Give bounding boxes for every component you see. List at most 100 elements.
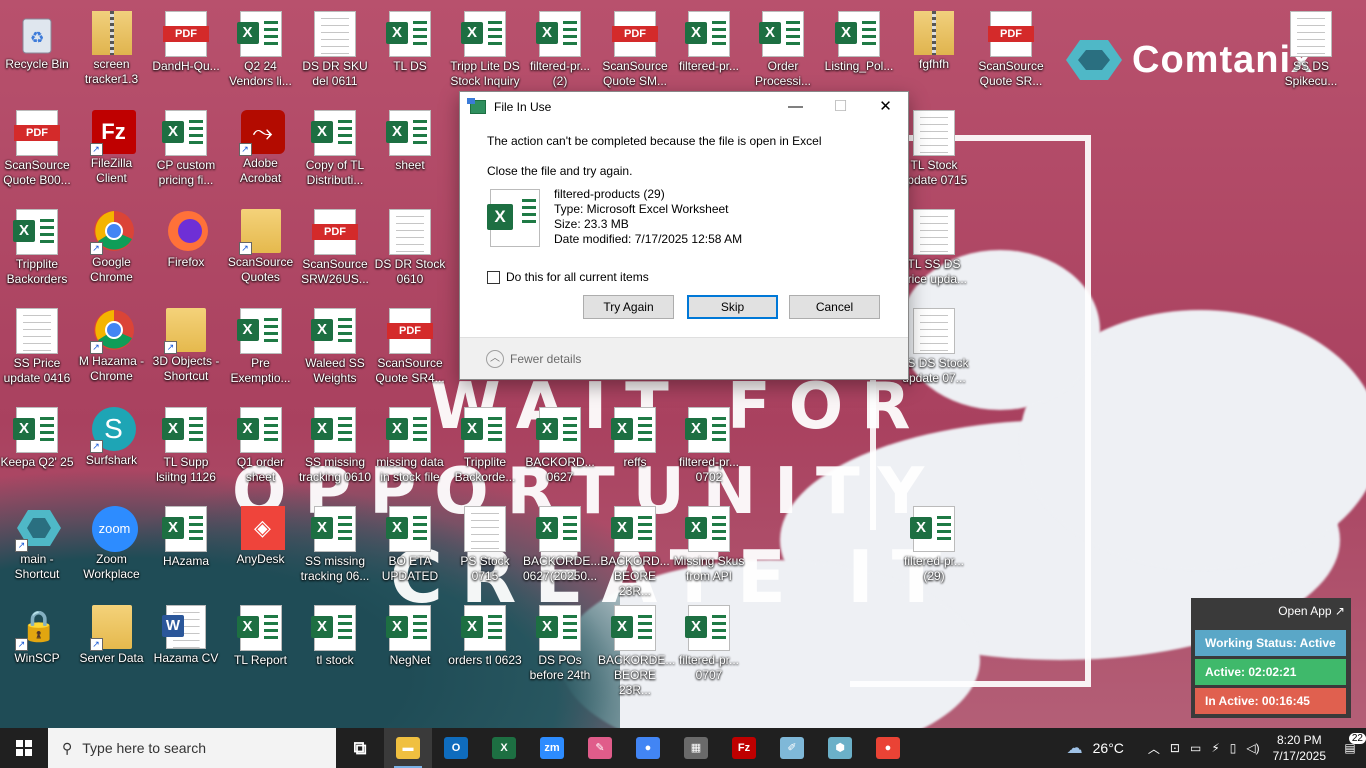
desktop-icon[interactable]: PDF ScanSource Quote B00...	[0, 104, 74, 188]
desktop-icon[interactable]: X BO ETA UPDATED	[373, 500, 447, 584]
minimize-button[interactable]: —	[773, 92, 818, 121]
notification-center-button[interactable]: ▤ 22	[1334, 733, 1366, 755]
desktop-icon[interactable]: ↗ main - Shortcut	[0, 500, 74, 582]
taskbar-search[interactable]: ⚲ Type here to search	[48, 728, 336, 768]
desktop-icon[interactable]: ↗ ScanSource Quotes	[224, 203, 298, 285]
search-icon: ⚲	[62, 739, 73, 756]
apply-all-checkbox[interactable]	[487, 270, 500, 284]
desktop-icon[interactable]: zoom Zoom Workplace	[75, 500, 149, 582]
desktop-icon[interactable]: Xfiltered-pr... (29)	[897, 500, 971, 584]
desktop-icon[interactable]: PDF ScanSource Quote SM...	[598, 5, 672, 89]
taskbar-task-view-button[interactable]: ⧉	[336, 728, 384, 768]
taskbar-filezilla-button[interactable]: Fz	[720, 728, 768, 768]
desktop-icon[interactable]: ↗ M Hazama - Chrome	[75, 302, 149, 384]
desktop-icon[interactable]: ↗ Google Chrome	[75, 203, 149, 285]
desktop-icon[interactable]: X HAzama	[149, 500, 223, 569]
desktop-icon[interactable]: Xsheet	[373, 104, 447, 173]
apply-all-row[interactable]: Do this for all current items	[487, 270, 649, 284]
weather-temp[interactable]: 26°C	[1088, 740, 1129, 756]
desktop-icon[interactable]: X Order Processi...	[746, 5, 820, 89]
cancel-button[interactable]: Cancel	[789, 295, 880, 319]
weather-cloud-icon[interactable]: ☁	[1062, 738, 1088, 758]
desktop-icon[interactable]: X BACKORD... BEORE 23R...	[598, 500, 672, 599]
desktop-icon[interactable]: X SS missing tracking 06...	[298, 500, 372, 584]
taskbar-app-hex-button[interactable]: ⬢	[816, 728, 864, 768]
taskbar-calculator-button[interactable]: ▦	[672, 728, 720, 768]
desktop-icon[interactable]: Xtl stock	[298, 599, 372, 668]
desktop-icon[interactable]: Xorders tl 0623	[448, 599, 522, 668]
volume-icon[interactable]: ◁)	[1241, 741, 1264, 755]
desktop-icon[interactable]: X Missing Skus from API	[672, 500, 746, 584]
taskbar-paint-button[interactable]: ✎	[576, 728, 624, 768]
start-button[interactable]	[0, 728, 48, 768]
desktop-icon[interactable]: X SS missing tracking 0610	[298, 401, 372, 485]
fewer-details-link[interactable]: Fewer details	[510, 352, 581, 366]
desktop-icon[interactable]: X Pre Exemptio...	[224, 302, 298, 386]
desktop-icon[interactable]: X Q2 24 Vendors li...	[224, 5, 298, 89]
desktop-icon[interactable]: 🔒 ↗ WinSCP	[0, 599, 74, 666]
desktop-icon[interactable]: X BACKORDE... 0627(20250...	[523, 500, 600, 584]
desktop-icon[interactable]: W Hazama CV	[149, 599, 223, 666]
desktop-icon[interactable]: X CP custom pricing fi...	[149, 104, 223, 188]
desktop-icon[interactable]: DS DR Stock 0610	[373, 203, 447, 287]
try-again-button[interactable]: Try Again	[583, 295, 674, 319]
desktop-icon[interactable]: SS DS Spikecu...	[1274, 5, 1348, 89]
desktop-icon[interactable]: Fz ↗ FileZilla Client	[75, 104, 149, 186]
desktop-icon[interactable]: X BACKORD... 0627	[523, 401, 597, 485]
desktop-icon[interactable]: SS Price update 0416	[0, 302, 74, 386]
desktop-icon[interactable]: ⤳ ↗ Adobe Acrobat	[224, 104, 298, 186]
chevron-up-icon[interactable]: ︿	[486, 349, 504, 368]
desktop-icon[interactable]: X Listing_Pol...	[822, 5, 896, 74]
desktop-icon[interactable]: PDF ScanSource SRW26US...	[298, 203, 372, 287]
desktop-icon[interactable]: ♻ Recycle Bin	[0, 5, 74, 72]
taskbar-chrome-profile-button[interactable]: ●	[624, 728, 672, 768]
desktop-icon[interactable]: Xfiltered-pr... 0707	[672, 599, 746, 683]
desktop-icon[interactable]: screen tracker1.3	[75, 5, 149, 87]
taskbar-file-explorer-button[interactable]: ▬	[384, 728, 432, 768]
desktop-icon[interactable]: Xfiltered-pr... 0702	[672, 401, 746, 485]
chevron-up-icon[interactable]: ︿	[1143, 740, 1165, 757]
desktop-icon[interactable]: X TL DS	[373, 5, 447, 74]
desktop-icon[interactable]: Xmissing data in stock file	[373, 401, 447, 485]
desktop-icon[interactable]: fgfhfh	[897, 5, 971, 72]
network-icon[interactable]: ▯	[1225, 741, 1242, 755]
desktop-icon[interactable]: X NegNet	[373, 599, 447, 668]
meet-now-icon[interactable]: ⊡	[1165, 741, 1185, 755]
pen-icon[interactable]: ⚡	[1206, 741, 1224, 755]
desktop-icon[interactable]: X TL Supp lsiitng 1126	[149, 401, 223, 485]
desktop-icon[interactable]: X TL Report	[224, 599, 298, 668]
desktop-icon[interactable]: X BACKORDE... BEORE 23R...	[598, 599, 675, 698]
desktop-icon[interactable]: Xfiltered-pr...	[672, 5, 746, 74]
taskbar-notepad-button[interactable]: ✐	[768, 728, 816, 768]
desktop-icon[interactable]: X Tripp Lite DS Stock Inquiry	[448, 5, 522, 89]
clock[interactable]: 8:20 PM 7/17/2025	[1265, 732, 1334, 764]
desktop-icon[interactable]: Firefox	[149, 203, 223, 270]
desktop-icon[interactable]: PDF ScanSource Quote SR4...	[373, 302, 447, 386]
desktop-icon[interactable]: PS Stock 0715	[448, 500, 522, 584]
desktop-icon[interactable]: PDF DandH-Qu...	[149, 5, 223, 74]
device-icon[interactable]: ▭	[1185, 741, 1206, 755]
desktop-icon[interactable]: S ↗ Surfshark	[75, 401, 149, 468]
desktop-icon[interactable]: X Keepa Q2' 25	[0, 401, 74, 470]
open-app-link[interactable]: Open App ↗	[1278, 604, 1345, 618]
desktop-icon[interactable]: ↗ Server Data	[75, 599, 149, 666]
taskbar-zoom-button[interactable]: zm	[528, 728, 576, 768]
desktop-icon[interactable]: X Q1 order sheet	[224, 401, 298, 485]
desktop-icon[interactable]: X Copy of TL Distributi...	[298, 104, 372, 188]
desktop-icon[interactable]: X Waleed SS Weights	[298, 302, 372, 386]
desktop-icon[interactable]: Xfiltered-pr... (2)	[523, 5, 597, 89]
taskbar-outlook-button[interactable]: O	[432, 728, 480, 768]
desktop-icon[interactable]: Xreffs	[598, 401, 672, 470]
close-button[interactable]: ✕	[863, 92, 908, 121]
desktop-icon[interactable]: PDF ScanSource Quote SR...	[974, 5, 1048, 89]
desktop-icon[interactable]: X Tripplite Backorders	[0, 203, 74, 287]
taskbar-chrome-button[interactable]: ●	[864, 728, 912, 768]
desktop-icon[interactable]: DS DR SKU del 0611	[298, 5, 372, 89]
dialog-titlebar[interactable]: File In Use — ☐ ✕	[460, 92, 908, 121]
desktop-icon[interactable]: ◈ AnyDesk	[224, 500, 298, 567]
desktop-icon[interactable]: X Tripplite Backorde...	[448, 401, 522, 485]
skip-button[interactable]: Skip	[687, 295, 778, 319]
desktop-icon[interactable]: X DS POs before 24th	[523, 599, 597, 683]
desktop-icon[interactable]: ↗ 3D Objects - Shortcut	[149, 302, 223, 384]
taskbar-excel-button[interactable]: X	[480, 728, 528, 768]
